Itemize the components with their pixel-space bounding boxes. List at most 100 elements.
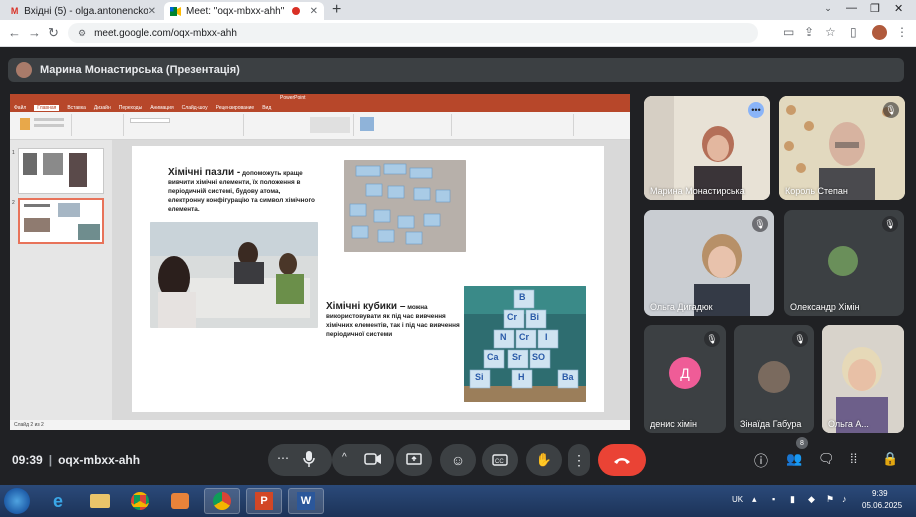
sidepanel-icon[interactable]: ▯ (850, 25, 857, 39)
thumb-number: 2 (12, 200, 15, 206)
network-icon[interactable]: ▮ (790, 494, 795, 505)
start-button[interactable] (4, 488, 30, 514)
microphone-icon[interactable] (302, 450, 316, 468)
cube-symbol: N (500, 332, 507, 342)
ppt-titlebar: PowerPoint (10, 94, 630, 104)
meeting-time: 09:39 (12, 453, 43, 467)
tray-app-icon[interactable]: ◆ (808, 494, 815, 505)
host-controls-icon[interactable]: 🔒 (882, 451, 898, 467)
activities-icon[interactable]: ⁞⁞ (850, 451, 857, 466)
chevron-up-icon[interactable]: ^ (342, 452, 347, 463)
avatar (758, 361, 790, 393)
participant-tile[interactable]: 🎙 Зінаїда Габура (734, 325, 814, 433)
forward-icon[interactable]: → (28, 25, 41, 40)
more-options-button[interactable]: ⋮ (568, 444, 590, 476)
ppt-tab: Переходы (118, 105, 143, 111)
cube-symbol: I (545, 332, 548, 342)
volume-icon[interactable]: ♪ (842, 494, 847, 504)
camera-icon[interactable] (364, 452, 382, 466)
ribbon-group (454, 114, 574, 136)
info-icon[interactable]: ⓘ (754, 451, 768, 471)
clock-date[interactable]: 05.06.2025 (862, 501, 902, 510)
chat-icon[interactable]: 🗨 (818, 451, 835, 467)
media-player-icon[interactable] (162, 488, 198, 514)
participant-name: Марина Монастирська (650, 186, 745, 196)
share-icon[interactable]: ⇪ (804, 25, 814, 39)
audio-options-icon[interactable]: ⋯ (277, 451, 289, 465)
slide: Хімічні пазли - допоможуть краще вивчити… (132, 146, 604, 412)
cube-symbol: H (518, 372, 525, 382)
participant-tile[interactable]: 🎙 Олександр Хімін (784, 210, 904, 316)
tab-gmail[interactable]: M Вхідні (5) - olga.antonencko@gm ✕ (4, 2, 162, 20)
presenter-label: Марина Монастирська (Презентація) (40, 64, 240, 76)
more-options-icon[interactable]: ••• (748, 102, 764, 118)
language-indicator[interactable]: UK (732, 495, 743, 504)
menu-icon[interactable]: ⋮ (896, 25, 908, 39)
captions-button[interactable]: CC (482, 444, 518, 476)
present-button[interactable] (396, 444, 432, 476)
ribbon-group (74, 114, 124, 136)
mic-off-icon: 🎙 (704, 331, 720, 347)
leave-call-button[interactable] (598, 444, 646, 476)
avatar (828, 246, 858, 276)
chrome-active-icon[interactable] (204, 488, 240, 514)
tray-app-icon[interactable]: ▪ (772, 494, 775, 504)
close-window-icon[interactable]: ✕ (894, 2, 903, 15)
mic-control: ⋯ (268, 444, 332, 476)
slide-heading-1: Хімічні пазли - (168, 167, 241, 178)
tab-meet[interactable]: Meet: "oqx-mbxx-ahh" ✕ (164, 2, 324, 20)
ie-icon[interactable]: e (40, 488, 76, 514)
bookmark-star-icon[interactable]: ☆ (825, 25, 836, 39)
slide-text-1: Хімічні пазли - допоможуть краще вивчити… (168, 168, 318, 214)
ppt-canvas: Хімічні пазли - допоможуть краще вивчити… (112, 140, 630, 420)
close-icon[interactable]: ✕ (148, 6, 156, 17)
emoji-icon: ☺ (450, 452, 466, 468)
powerpoint-icon[interactable]: P (246, 488, 282, 514)
raise-hand-button[interactable]: ✋ (526, 444, 562, 476)
profile-avatar[interactable] (872, 25, 887, 40)
recording-dot-icon (292, 7, 301, 15)
back-icon[interactable]: ← (8, 25, 21, 40)
chrome-icon[interactable] (122, 488, 158, 514)
ppt-tab: Рецензирование (215, 105, 255, 111)
clock-time[interactable]: 9:39 (872, 489, 888, 498)
address-bar[interactable]: ⚙ meet.google.com/oqx-mbxx-ahh (68, 23, 758, 43)
thumb-number: 1 (12, 150, 15, 156)
participant-tile[interactable]: ••• Марина Монастирська (644, 96, 770, 200)
folder-icon[interactable] (82, 488, 118, 514)
ppt-tab: Вид (262, 105, 272, 111)
meeting-code: oqx-mbxx-ahh (58, 453, 141, 467)
slide-thumbnail-1[interactable] (18, 148, 104, 194)
cube-symbol: SO (532, 352, 546, 362)
reactions-button[interactable]: ☺ (440, 444, 476, 476)
tray-arrow-icon[interactable]: ▴ (752, 494, 757, 505)
maximize-icon[interactable]: ❐ (870, 2, 880, 15)
new-tab-icon[interactable]: + (332, 1, 341, 19)
camera-in-use-icon[interactable]: ▭ (783, 25, 794, 39)
svg-text:CC: CC (495, 459, 504, 465)
participant-name: денис хімін (650, 419, 697, 429)
participant-tile[interactable]: 🎙 Ольга Дигадюк (644, 210, 774, 316)
tab-search-icon[interactable]: ⌄ (820, 3, 836, 17)
participant-name: Король Степан (785, 186, 848, 196)
close-icon[interactable]: ✕ (310, 6, 318, 17)
participant-tile[interactable]: Ольга А... (822, 325, 904, 433)
ppt-status-text: Слайд 2 из 2 (14, 422, 44, 428)
slide-thumbnail-2[interactable] (18, 198, 104, 244)
participant-tile[interactable]: 🎙 Король Степан (779, 96, 905, 200)
windows-taskbar: e P W UK ▴ ▪ ▮ ◆ ⚑ ♪ 9:39 05.06.2025 (0, 485, 916, 517)
minimize-icon[interactable]: — (846, 2, 857, 14)
cube-symbol: Ba (562, 372, 574, 382)
participant-tile[interactable]: Д 🎙 денис хімін (644, 325, 726, 433)
cube-symbol: Bi (530, 312, 539, 322)
site-info-icon[interactable]: ⚙ (78, 28, 86, 39)
captions-icon: CC (492, 454, 508, 466)
puzzle-photo (344, 160, 466, 252)
reload-icon[interactable]: ↻ (48, 25, 59, 41)
people-icon[interactable]: 👥 (786, 451, 802, 467)
presenter-bar: Марина Монастирська (Презентація) (8, 58, 904, 82)
flag-icon[interactable]: ⚑ (826, 494, 834, 505)
students-photo (150, 222, 318, 328)
word-icon[interactable]: W (288, 488, 324, 514)
participants-count-badge: 8 (796, 437, 808, 449)
